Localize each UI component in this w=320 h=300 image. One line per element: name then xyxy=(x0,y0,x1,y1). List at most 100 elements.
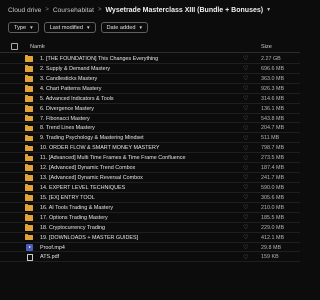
chevron-down-icon[interactable]: ▼ xyxy=(266,7,271,13)
filter-date-added-label: Date added xyxy=(106,24,136,31)
file-size: 185.5 MB xyxy=(261,214,285,221)
table-row[interactable]: 3. Candlesticks Mastery ♡ 363.0 MB xyxy=(0,74,300,84)
file-name[interactable]: 1. [THE FOUNDATION] This Changes Everyth… xyxy=(40,56,158,62)
chevron-down-icon: ▼ xyxy=(85,25,91,30)
heart-icon[interactable]: ♡ xyxy=(243,85,248,92)
chevron-down-icon: ▼ xyxy=(138,25,143,30)
file-name[interactable]: 3. Candlesticks Mastery xyxy=(40,76,97,82)
file-name[interactable]: Proof.mp4 xyxy=(40,245,65,251)
file-size: 273.5 MB xyxy=(261,155,285,162)
heart-icon[interactable]: ♡ xyxy=(243,105,248,112)
file-name[interactable]: 16. AI Tools Trading & Mastery xyxy=(40,205,113,211)
folder-icon xyxy=(25,75,33,82)
table-row[interactable]: 4. Chart Patterns Mastery ♡ 926.3 MB xyxy=(0,84,300,94)
heart-icon[interactable]: ♡ xyxy=(243,204,248,211)
folder-icon xyxy=(25,223,33,231)
table-row[interactable]: Proof.mp4 ♡ 29.8 MB xyxy=(0,243,300,253)
sort-ascending-icon[interactable]: ↑ xyxy=(41,43,44,49)
heart-icon[interactable]: ♡ xyxy=(243,125,248,132)
table-row[interactable]: 6. Divergence Mastery ♡ 136.1 MB xyxy=(0,104,300,114)
file-size: 412.1 MB xyxy=(261,234,285,241)
filter-type-label: Type xyxy=(14,24,27,31)
heart-icon[interactable]: ♡ xyxy=(243,184,248,191)
file-size: 363.0 MB xyxy=(261,75,285,82)
file-name[interactable]: 14. EXPERT LEVEL TECHNIQUES xyxy=(40,185,125,191)
table-row[interactable]: 9. Trading Psychology & Mastering Mindse… xyxy=(0,133,300,144)
chevron-down-icon: ▼ xyxy=(29,25,34,30)
heart-icon[interactable]: ♡ xyxy=(243,194,248,201)
breadcrumb-cloud-drive[interactable]: Cloud drive xyxy=(8,7,41,14)
file-list: 1. [THE FOUNDATION] This Changes Everyth… xyxy=(0,54,300,263)
filter-bar: Type ▼ Last modified ▼ Date added ▼ xyxy=(8,22,148,33)
file-size: 314.6 MB xyxy=(261,95,285,102)
filter-last-modified[interactable]: Last modified ▼ xyxy=(43,22,96,33)
table-row[interactable]: 18. Cryptocurrency Trading ♡ 229.0 MB xyxy=(0,223,300,233)
file-name[interactable]: 18. Cryptocurrency Trading xyxy=(40,225,105,231)
table-row[interactable]: 14. EXPERT LEVEL TECHNIQUES ♡ 590.0 MB xyxy=(0,183,300,193)
table-row[interactable]: ATS.pdf ♡ 159 KB xyxy=(0,252,300,263)
file-name[interactable]: 15. [EX] ENTRY TOOL xyxy=(40,195,95,201)
table-row[interactable]: 10. ORDER FLOW & SMART MONEY MASTERY ♡ 798… xyxy=(0,143,300,154)
heart-icon[interactable]: ♡ xyxy=(243,65,248,72)
folder-icon xyxy=(25,124,33,132)
table-row[interactable]: 7. Fibonacci Mastery ♡ 543.8 MB xyxy=(0,114,300,124)
heart-icon[interactable]: ♡ xyxy=(243,135,248,142)
heart-icon[interactable]: ♡ xyxy=(243,95,248,102)
folder-icon xyxy=(25,94,33,102)
table-row[interactable]: 8. Trend Lines Mastery ♡ 204.7 MB xyxy=(0,123,300,134)
heart-icon[interactable]: ♡ xyxy=(243,214,248,221)
file-name[interactable]: 19. [DOWNLOADS + MASTER GUIDES] xyxy=(40,235,138,241)
folder-icon xyxy=(25,204,33,211)
column-size-header[interactable]: Size xyxy=(261,44,272,50)
file-name[interactable]: 9. Trading Psychology & Mastering Mindse… xyxy=(40,135,144,141)
file-name[interactable]: 5. Advanced Indicators & Tools xyxy=(40,96,114,102)
file-name[interactable]: 12. [Advanced] Dynamic Trend Combox xyxy=(40,165,135,171)
filter-last-modified-label: Last modified xyxy=(49,24,83,31)
table-row[interactable]: 19. [DOWNLOADS + MASTER GUIDES] ♡ 412.1 MB xyxy=(0,233,300,243)
table-row[interactable]: 16. AI Tools Trading & Mastery ♡ 210.0 MB xyxy=(0,203,300,213)
heart-icon[interactable]: ♡ xyxy=(243,155,248,162)
heart-icon[interactable]: ♡ xyxy=(243,165,248,172)
select-all-checkbox[interactable] xyxy=(11,43,18,50)
file-size: 241.7 MB xyxy=(261,175,285,182)
table-row[interactable]: 1. [THE FOUNDATION] This Changes Everyth… xyxy=(0,54,300,64)
file-name[interactable]: 17. Options Trading Mastery xyxy=(40,215,108,221)
heart-icon[interactable]: ♡ xyxy=(243,115,248,122)
file-size: 136.1 MB xyxy=(261,105,285,112)
file-name[interactable]: 4. Chart Patterns Mastery xyxy=(40,86,101,92)
file-name[interactable]: 13. [Advanced] Dynamic Reversal Combox xyxy=(40,175,143,181)
table-row[interactable]: 11. [Advanced] Multi Time Frames & Time … xyxy=(0,153,300,164)
file-name[interactable]: 7. Fibonacci Mastery xyxy=(40,116,90,122)
file-name[interactable]: ATS.pdf xyxy=(40,254,59,260)
file-name[interactable]: 10. ORDER FLOW & SMART MONEY MASTERY xyxy=(40,145,159,151)
table-row[interactable]: 5. Advanced Indicators & Tools ♡ 314.6 MB xyxy=(0,94,300,104)
heart-icon[interactable]: ♡ xyxy=(243,244,248,251)
breadcrumb-current-folder[interactable]: Wysetrade Masterclass XIII (Bundle + Bon… xyxy=(105,7,263,14)
table-row[interactable]: 13. [Advanced] Dynamic Reversal Combox ♡ 2… xyxy=(0,173,300,183)
heart-icon[interactable]: ♡ xyxy=(243,224,248,231)
folder-icon xyxy=(25,134,33,142)
filter-type[interactable]: Type ▼ xyxy=(8,22,39,33)
table-row[interactable]: 2. Supply & Demand Mastery ♡ 696.6 MB xyxy=(0,64,300,74)
heart-icon[interactable]: ♡ xyxy=(243,75,248,82)
file-name[interactable]: 2. Supply & Demand Mastery xyxy=(40,66,110,72)
heart-icon[interactable]: ♡ xyxy=(243,145,248,152)
file-size: 187.4 MB xyxy=(261,165,285,172)
heart-icon[interactable]: ♡ xyxy=(243,174,248,181)
folder-icon xyxy=(25,55,33,62)
table-row[interactable]: 12. [Advanced] Dynamic Trend Combox ♡ 187.… xyxy=(0,163,300,174)
file-name[interactable]: 6. Divergence Mastery xyxy=(40,106,94,112)
file-name[interactable]: 8. Trend Lines Mastery xyxy=(40,125,95,131)
file-name[interactable]: 11. [Advanced] Multi Time Frames & Time … xyxy=(40,155,186,161)
table-row[interactable]: 15. [EX] ENTRY TOOL ♡ 305.6 MB xyxy=(0,193,300,203)
folder-icon xyxy=(25,114,33,122)
folder-icon xyxy=(25,233,33,241)
file-size: 159 KB xyxy=(261,254,279,261)
heart-icon[interactable]: ♡ xyxy=(243,55,248,62)
filter-date-added[interactable]: Date added ▼ xyxy=(100,22,148,33)
table-row[interactable]: 17. Options Trading Mastery ♡ 185.5 MB xyxy=(0,213,300,223)
heart-icon[interactable]: ♡ xyxy=(243,234,248,241)
breadcrumb-coursehabitat[interactable]: Coursehabitat xyxy=(53,7,94,14)
heart-icon[interactable]: ♡ xyxy=(243,254,248,261)
folder-icon xyxy=(25,194,33,201)
